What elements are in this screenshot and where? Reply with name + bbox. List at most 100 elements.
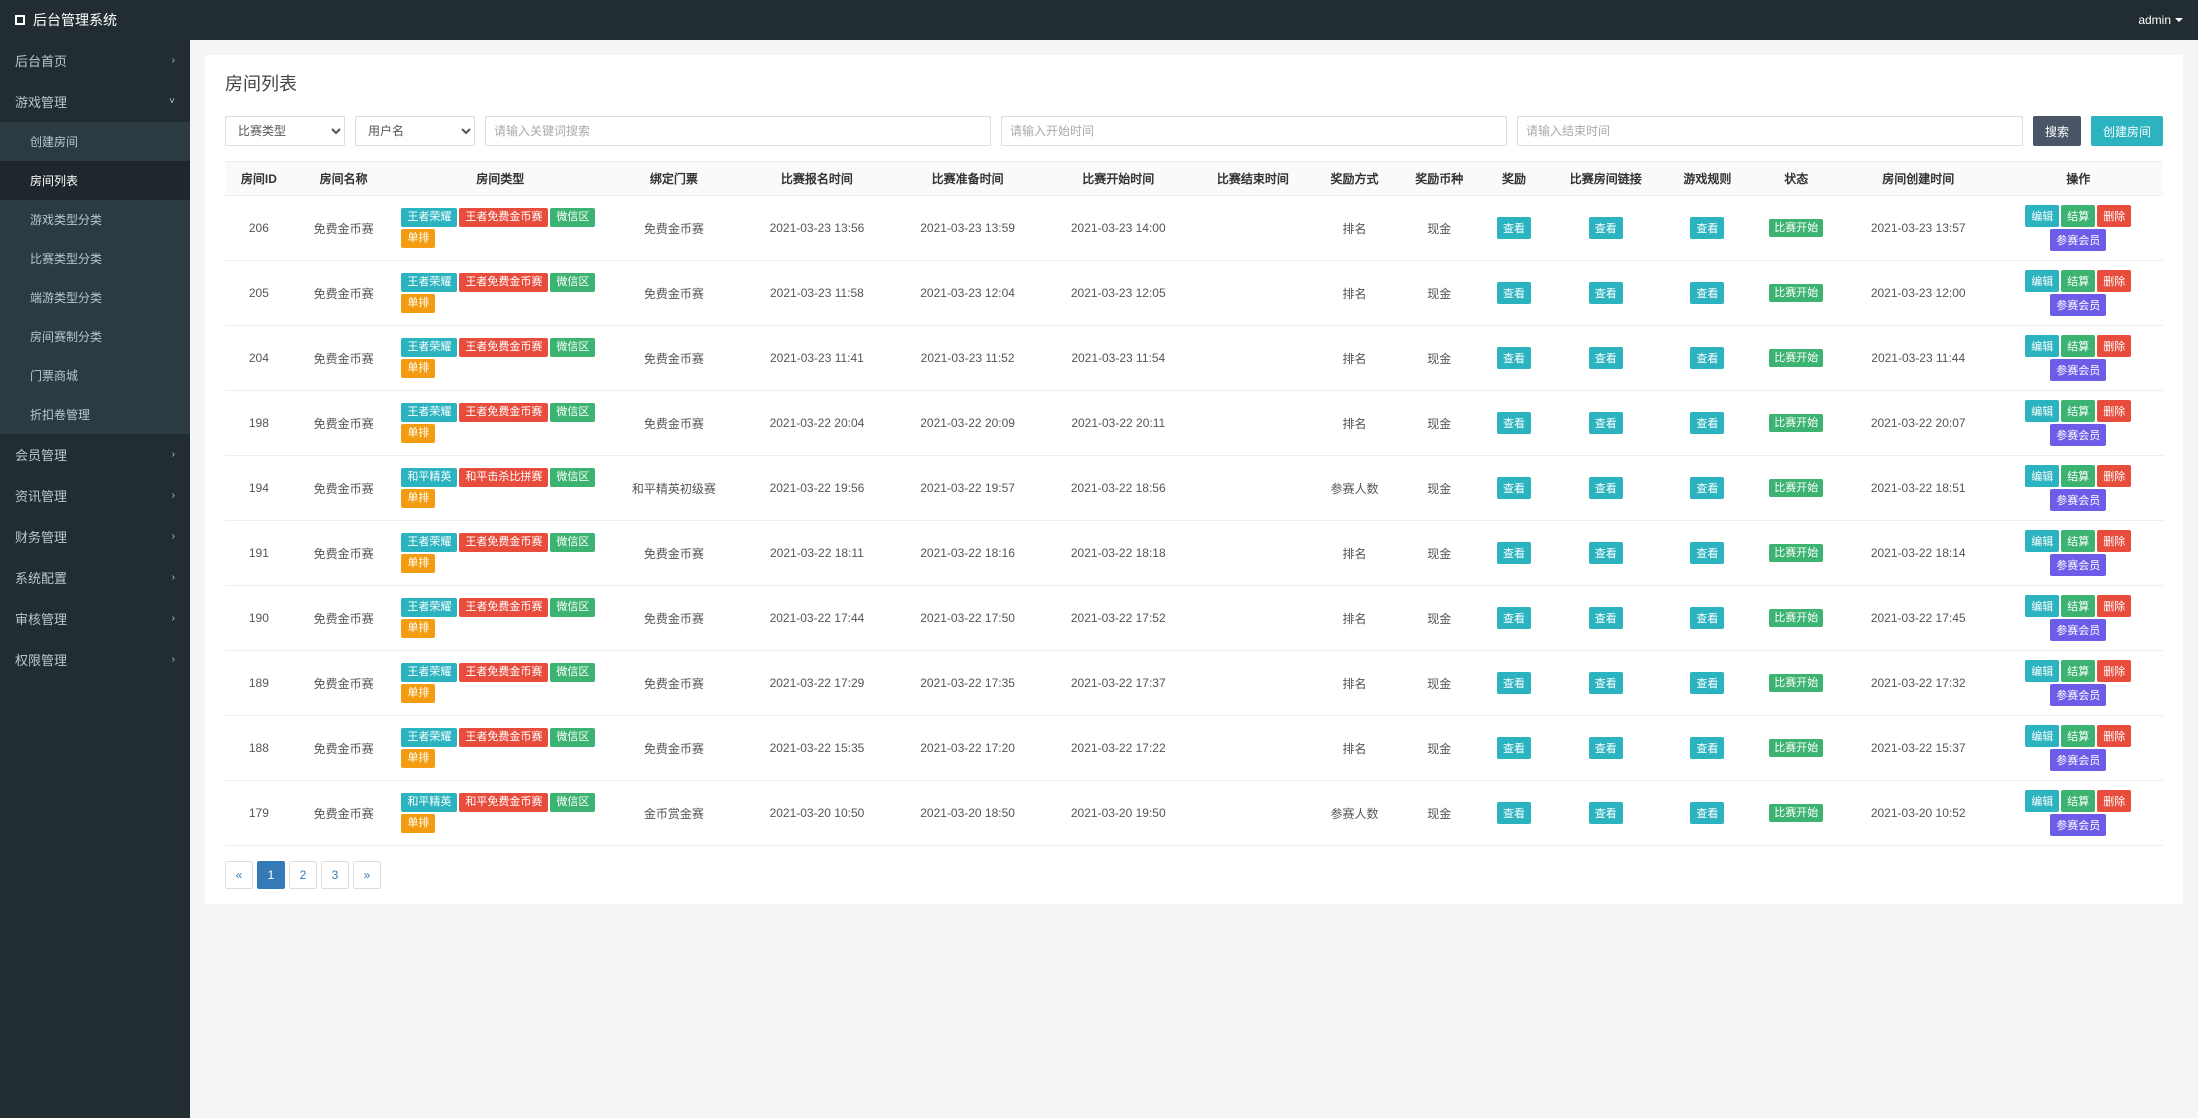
- edit-button[interactable]: 编辑: [2025, 595, 2059, 617]
- settle-button[interactable]: 结算: [2061, 270, 2095, 292]
- view-button[interactable]: 查看: [1589, 347, 1623, 369]
- member-button[interactable]: 参赛会员: [2050, 619, 2106, 641]
- view-button[interactable]: 查看: [1497, 802, 1531, 824]
- view-button[interactable]: 查看: [1690, 737, 1724, 759]
- filter-end-input[interactable]: [1517, 116, 2023, 146]
- edit-button[interactable]: 编辑: [2025, 725, 2059, 747]
- edit-button[interactable]: 编辑: [2025, 660, 2059, 682]
- view-button[interactable]: 查看: [1690, 477, 1724, 499]
- sidebar-item[interactable]: 资讯管理›: [0, 475, 190, 516]
- delete-button[interactable]: 删除: [2097, 725, 2131, 747]
- view-button[interactable]: 查看: [1589, 542, 1623, 564]
- filter-user-select[interactable]: 用户名: [355, 116, 475, 146]
- view-button[interactable]: 查看: [1589, 477, 1623, 499]
- settle-button[interactable]: 结算: [2061, 660, 2095, 682]
- user-menu[interactable]: admin: [2138, 13, 2183, 27]
- view-button[interactable]: 查看: [1690, 347, 1724, 369]
- view-button[interactable]: 查看: [1589, 672, 1623, 694]
- sidebar-sub-item[interactable]: 门票商城: [0, 356, 190, 395]
- settle-button[interactable]: 结算: [2061, 335, 2095, 357]
- filter-type-select[interactable]: 比赛类型: [225, 116, 345, 146]
- view-button[interactable]: 查看: [1589, 607, 1623, 629]
- delete-button[interactable]: 删除: [2097, 530, 2131, 552]
- view-button[interactable]: 查看: [1589, 217, 1623, 239]
- delete-button[interactable]: 删除: [2097, 660, 2131, 682]
- settle-button[interactable]: 结算: [2061, 790, 2095, 812]
- sidebar-sub-item[interactable]: 游戏类型分类: [0, 200, 190, 239]
- view-button[interactable]: 查看: [1690, 607, 1724, 629]
- view-button[interactable]: 查看: [1690, 282, 1724, 304]
- settle-button[interactable]: 结算: [2061, 205, 2095, 227]
- sidebar-sub-item[interactable]: 房间赛制分类: [0, 317, 190, 356]
- view-button[interactable]: 查看: [1497, 217, 1531, 239]
- member-button[interactable]: 参赛会员: [2050, 684, 2106, 706]
- sidebar-item[interactable]: 游戏管理˅: [0, 81, 190, 122]
- member-button[interactable]: 参赛会员: [2050, 229, 2106, 251]
- edit-button[interactable]: 编辑: [2025, 335, 2059, 357]
- sidebar-item[interactable]: 系统配置›: [0, 557, 190, 598]
- edit-button[interactable]: 编辑: [2025, 790, 2059, 812]
- delete-button[interactable]: 删除: [2097, 595, 2131, 617]
- search-button[interactable]: 搜索: [2033, 116, 2081, 146]
- settle-button[interactable]: 结算: [2061, 530, 2095, 552]
- member-button[interactable]: 参赛会员: [2050, 359, 2106, 381]
- edit-button[interactable]: 编辑: [2025, 465, 2059, 487]
- page-button[interactable]: »: [353, 861, 381, 889]
- view-button[interactable]: 查看: [1589, 412, 1623, 434]
- settle-button[interactable]: 结算: [2061, 400, 2095, 422]
- page-button[interactable]: 2: [289, 861, 317, 889]
- settle-button[interactable]: 结算: [2061, 465, 2095, 487]
- delete-button[interactable]: 删除: [2097, 335, 2131, 357]
- view-button[interactable]: 查看: [1589, 802, 1623, 824]
- settle-button[interactable]: 结算: [2061, 725, 2095, 747]
- view-button[interactable]: 查看: [1589, 737, 1623, 759]
- page-button[interactable]: 3: [321, 861, 349, 889]
- filter-keyword-input[interactable]: [485, 116, 991, 146]
- settle-button[interactable]: 结算: [2061, 595, 2095, 617]
- sidebar-item[interactable]: 权限管理›: [0, 639, 190, 680]
- member-button[interactable]: 参赛会员: [2050, 814, 2106, 836]
- member-button[interactable]: 参赛会员: [2050, 489, 2106, 511]
- delete-button[interactable]: 删除: [2097, 205, 2131, 227]
- edit-button[interactable]: 编辑: [2025, 270, 2059, 292]
- create-room-button[interactable]: 创建房间: [2091, 116, 2163, 146]
- delete-button[interactable]: 删除: [2097, 400, 2131, 422]
- delete-button[interactable]: 删除: [2097, 465, 2131, 487]
- view-button[interactable]: 查看: [1497, 672, 1531, 694]
- page-button[interactable]: 1: [257, 861, 285, 889]
- sidebar-sub-item[interactable]: 创建房间: [0, 122, 190, 161]
- view-button[interactable]: 查看: [1497, 737, 1531, 759]
- sidebar-sub-item[interactable]: 比赛类型分类: [0, 239, 190, 278]
- app-title: 后台管理系统: [33, 10, 117, 30]
- view-button[interactable]: 查看: [1690, 542, 1724, 564]
- view-button[interactable]: 查看: [1497, 542, 1531, 564]
- delete-button[interactable]: 删除: [2097, 270, 2131, 292]
- sidebar-item[interactable]: 财务管理›: [0, 516, 190, 557]
- edit-button[interactable]: 编辑: [2025, 205, 2059, 227]
- view-button[interactable]: 查看: [1497, 347, 1531, 369]
- view-button[interactable]: 查看: [1690, 802, 1724, 824]
- view-button[interactable]: 查看: [1589, 282, 1623, 304]
- view-button[interactable]: 查看: [1690, 412, 1724, 434]
- member-button[interactable]: 参赛会员: [2050, 749, 2106, 771]
- view-button[interactable]: 查看: [1497, 477, 1531, 499]
- edit-button[interactable]: 编辑: [2025, 400, 2059, 422]
- sidebar-sub-item[interactable]: 房间列表: [0, 161, 190, 200]
- sidebar-item[interactable]: 会员管理›: [0, 434, 190, 475]
- view-button[interactable]: 查看: [1497, 412, 1531, 434]
- sidebar-sub-item[interactable]: 端游类型分类: [0, 278, 190, 317]
- edit-button[interactable]: 编辑: [2025, 530, 2059, 552]
- page-button[interactable]: «: [225, 861, 253, 889]
- member-button[interactable]: 参赛会员: [2050, 554, 2106, 576]
- view-button[interactable]: 查看: [1497, 282, 1531, 304]
- member-button[interactable]: 参赛会员: [2050, 294, 2106, 316]
- view-button[interactable]: 查看: [1690, 672, 1724, 694]
- filter-start-input[interactable]: [1001, 116, 1507, 146]
- delete-button[interactable]: 删除: [2097, 790, 2131, 812]
- view-button[interactable]: 查看: [1690, 217, 1724, 239]
- member-button[interactable]: 参赛会员: [2050, 424, 2106, 446]
- sidebar-item[interactable]: 审核管理›: [0, 598, 190, 639]
- sidebar-sub-item[interactable]: 折扣卷管理: [0, 395, 190, 434]
- sidebar-item[interactable]: 后台首页›: [0, 40, 190, 81]
- view-button[interactable]: 查看: [1497, 607, 1531, 629]
